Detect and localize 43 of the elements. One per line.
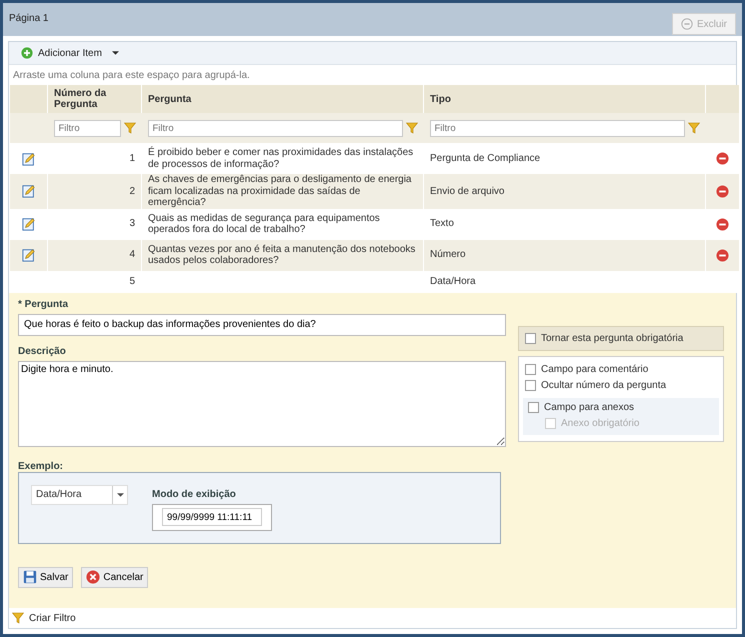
checkbox-label: Campo para comentário [541,364,648,375]
field-label: Descrição [18,346,67,356]
filter-icon[interactable] [688,122,700,134]
checkbox-label: Tornar esta pergunta obrigatória [541,332,684,344]
edit-icon[interactable] [22,248,36,262]
page-title: Página 1 [9,13,48,24]
caret-icon[interactable] [112,51,119,55]
checkbox[interactable] [525,332,536,344]
edit-icon[interactable] [22,152,36,166]
edit-icon[interactable] [22,217,36,231]
checkbox[interactable] [528,402,539,413]
save-button[interactable]: Salvar [18,566,74,588]
checkbox[interactable] [525,380,536,391]
field-label: Modo de exibição [152,488,237,500]
filter-field[interactable]: Filtro [148,120,402,136]
edit-icon[interactable] [22,184,36,198]
checkbox[interactable] [525,364,536,375]
filter-field[interactable]: Filtro [54,120,120,136]
checkbox-label: Anexo obrigatório [561,418,640,429]
create-filter-button[interactable]: Criar Filtro [12,612,76,624]
filter-icon[interactable] [124,122,136,134]
field-label: Exemplo: [18,460,64,472]
checkbox-label: Ocultar número da pergunta [541,380,666,391]
remove-icon[interactable] [716,218,729,230]
remove-icon[interactable] [716,248,729,262]
field-label: * Pergunta [18,298,70,310]
filter-field[interactable]: Filtro [430,120,684,136]
question-field[interactable]: Que horas é feito o backup das informações provenientes do dia? [18,314,506,336]
filter-icon[interactable] [406,122,418,134]
minus-circle-icon [680,18,693,30]
cancel-button[interactable]: Cancelar [81,566,148,588]
filter-icon [12,612,24,624]
checkbox-label: Campo para anexos [544,402,634,413]
cancel-icon [86,570,100,584]
display-mode-field[interactable]: 99/99/9999 11:11:11 [162,508,262,526]
caret-icon [116,492,124,496]
type-select[interactable]: Data/Hora [31,484,128,504]
add-item-button[interactable]: Adicionar Item [21,47,102,59]
plus-circle-icon [21,47,33,59]
group-hint: Arraste uma coluna para este espaço para agrupá-la. [13,70,250,80]
remove-icon[interactable] [716,152,729,165]
remove-icon[interactable] [716,184,729,198]
description-field[interactable]: Digite hora e minuto. [18,360,506,446]
